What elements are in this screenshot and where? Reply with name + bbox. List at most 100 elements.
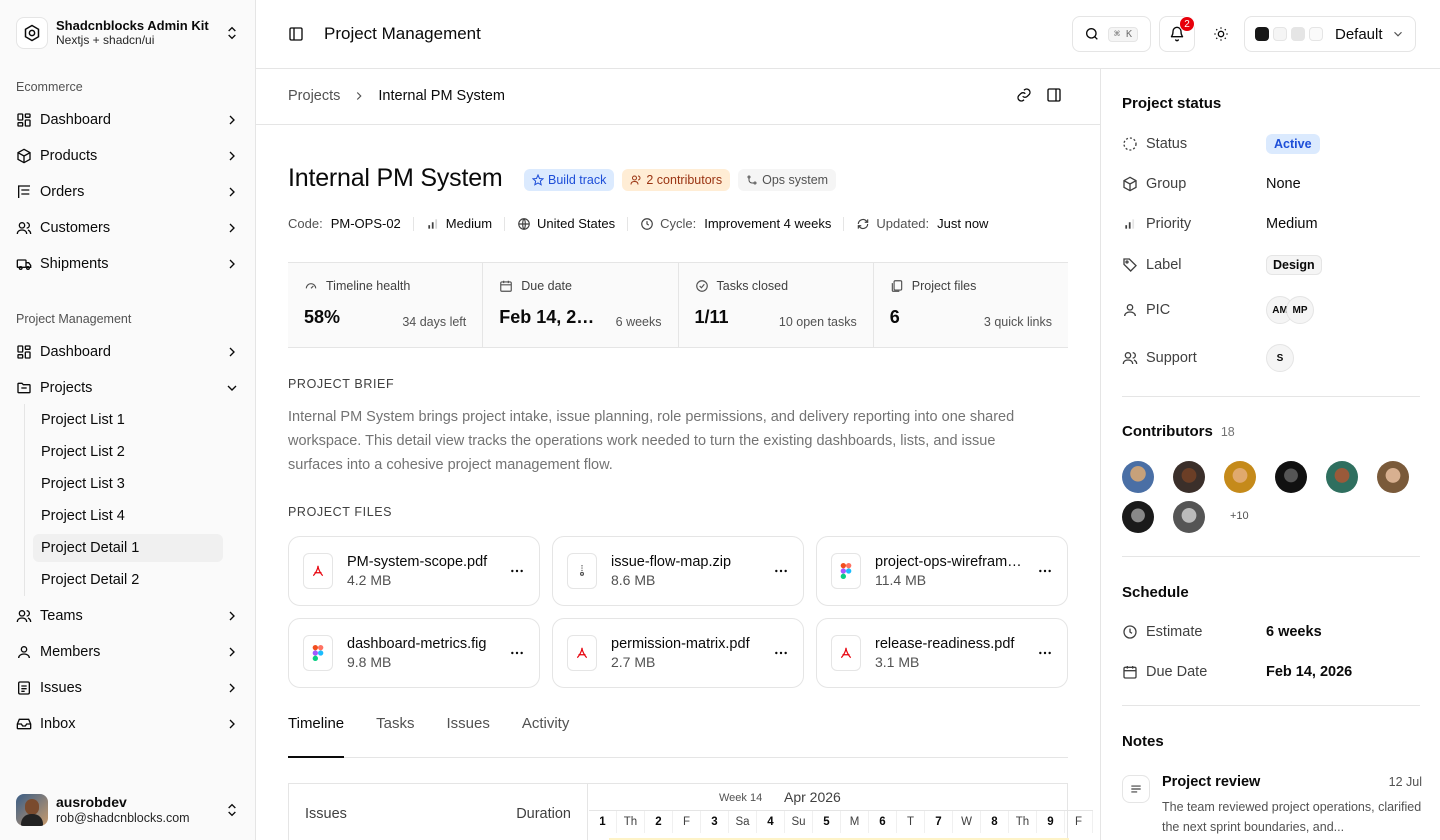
contributor-avatar[interactable] [1224,461,1256,493]
sidebar-item-members[interactable]: Members [8,636,248,668]
more-horizontal-icon[interactable] [509,563,525,579]
prop-label: Estimate [1146,624,1203,640]
sidebar-item-teams[interactable]: Teams [8,600,248,632]
gantt-week-label: Week 14 [719,792,763,804]
file-card[interactable]: dashboard-metrics.fig 9.8 MB [288,618,540,688]
sidebar-subitem-project-detail-1[interactable]: Project Detail 1 [33,534,223,562]
note-item[interactable]: Project review 12 Jul The team reviewed … [1122,771,1422,840]
contributors-more[interactable]: +10 [1230,510,1249,522]
file-card[interactable]: release-readiness.pdf 3.1 MB [816,618,1068,688]
prop-priority[interactable]: Priority Medium [1122,212,1422,236]
sidebar-subitem-project-list-3[interactable]: Project List 3 [33,470,223,498]
team-logo-icon [16,17,48,49]
panel-right-icon[interactable] [1046,87,1062,103]
more-horizontal-icon[interactable] [1037,563,1053,579]
sidebar-item-orders[interactable]: Orders [8,176,248,208]
sidebar-item-customers[interactable]: Customers [8,212,248,244]
sidebar-item-issues[interactable]: Issues [8,672,248,704]
prop-support[interactable]: Support S [1122,344,1422,372]
more-horizontal-icon[interactable] [773,563,789,579]
gantt-month-label: Apr 2026 [784,789,841,805]
tab-timeline[interactable]: Timeline [288,699,345,758]
prop-label: Due Date [1146,664,1208,680]
file-size: 8.6 MB [611,572,656,588]
contributor-avatar[interactable] [1173,501,1205,533]
prop-estimate[interactable]: Estimate 6 weeks [1122,620,1422,644]
avatar [16,794,48,826]
contributor-avatar[interactable] [1377,461,1409,493]
tag-label: Ops system [762,173,829,187]
star-icon [532,174,544,186]
stat-label: Tasks closed [716,279,789,293]
group-label-ecommerce: Ecommerce [16,80,83,94]
sidebar-item-projects[interactable]: Projects [8,372,248,404]
tab-issues[interactable]: Issues [446,699,489,748]
folder-icon [16,380,32,396]
user-icon [16,644,32,660]
prop-pic[interactable]: PIC AM MP [1122,296,1422,324]
more-horizontal-icon[interactable] [1037,645,1053,661]
file-size: 2.7 MB [611,654,656,670]
stat-sub: 3 quick links [983,315,1052,329]
file-card[interactable]: permission-matrix.pdf 2.7 MB [552,618,804,688]
timeline-gantt: Issues Duration Week 14 Apr 2026 1 Th 2 F 3 S… [288,783,1093,840]
sidebar-item-label: Dashboard [40,344,111,360]
sidebar-item-label: Projects [40,380,93,396]
theme-toggle-button[interactable] [1203,16,1239,52]
prop-group[interactable]: Group None [1122,172,1422,196]
clipboard-list-icon [16,680,32,696]
file-card[interactable]: PM-system-scope.pdf 4.2 MB [288,536,540,606]
more-horizontal-icon[interactable] [509,645,525,661]
users-icon [16,608,32,624]
truck-icon [16,256,32,272]
contributor-avatar[interactable] [1122,461,1154,493]
contributor-avatar[interactable] [1275,461,1307,493]
sidebar-item-ecommerce-dashboard[interactable]: Dashboard [8,104,248,136]
file-card[interactable]: project-ops-wireframes.fig 11.4 MB [816,536,1068,606]
sidebar-item-products[interactable]: Products [8,140,248,172]
sidebar-subitem-project-list-2[interactable]: Project List 2 [33,438,223,466]
user-menu[interactable]: ausrobdev rob@shadcnblocks.com [8,786,248,834]
sidebar-item-inbox[interactable]: Inbox [8,708,248,740]
meta-updated: Just now [937,216,989,231]
breadcrumb-projects[interactable]: Projects [288,88,340,104]
chevron-right-icon [229,115,235,125]
sidebar-toggle-icon[interactable] [288,26,304,42]
sidebar-item-shipments[interactable]: Shipments [8,248,248,280]
user-icon [1122,302,1138,318]
team-switcher[interactable]: Shadcnblocks Admin Kit Nextjs + shadcn/u… [16,16,240,50]
tab-activity[interactable]: Activity [522,699,570,748]
theme-select[interactable]: Default [1244,16,1416,52]
file-card[interactable]: issue-flow-map.zip 8.6 MB [552,536,804,606]
sidebar-subitem-project-list-1[interactable]: Project List 1 [33,406,223,434]
project-details-panel: Project status Status Active Group None … [1100,69,1440,840]
project-brief-heading: PROJECT BRIEF [288,377,395,391]
prop-status[interactable]: Status Active [1122,132,1422,156]
sidebar-item-label: Members [40,644,101,660]
contributor-avatar[interactable] [1326,461,1358,493]
more-horizontal-icon[interactable] [773,645,789,661]
tag-label: Build track [548,173,607,187]
prop-value: None [1266,176,1301,192]
prop-label-field[interactable]: Label Design [1122,253,1422,277]
status-circle-icon [1122,136,1138,152]
sidebar-subitem-project-list-4[interactable]: Project List 4 [33,502,223,530]
search-button[interactable]: ⌘ K [1072,16,1151,52]
gantt-col-issues: Issues [305,806,347,822]
prop-label: Group [1146,176,1187,192]
tab-tasks[interactable]: Tasks [376,699,414,748]
prop-due-date[interactable]: Due Date Feb 14, 2026 [1122,660,1422,684]
figma-icon [303,635,333,671]
sidebar-item-pm-dashboard[interactable]: Dashboard [8,336,248,368]
project-brief: Internal PM System brings project intake… [288,409,1015,473]
contributor-avatar[interactable] [1122,501,1154,533]
link-icon[interactable] [1016,87,1032,103]
notifications-button[interactable]: 2 [1159,16,1195,52]
breadcrumb: Projects Internal PM System [288,88,505,104]
stat-timeline-health: Timeline health 58% 34 days left [288,263,484,347]
meta-updated-label: Updated: [876,216,930,231]
contributor-avatar[interactable] [1173,461,1205,493]
tag-ops-system: Ops system [738,169,837,191]
sidebar-subitem-project-detail-2[interactable]: Project Detail 2 [33,566,223,594]
chevron-down-icon [1394,31,1402,37]
